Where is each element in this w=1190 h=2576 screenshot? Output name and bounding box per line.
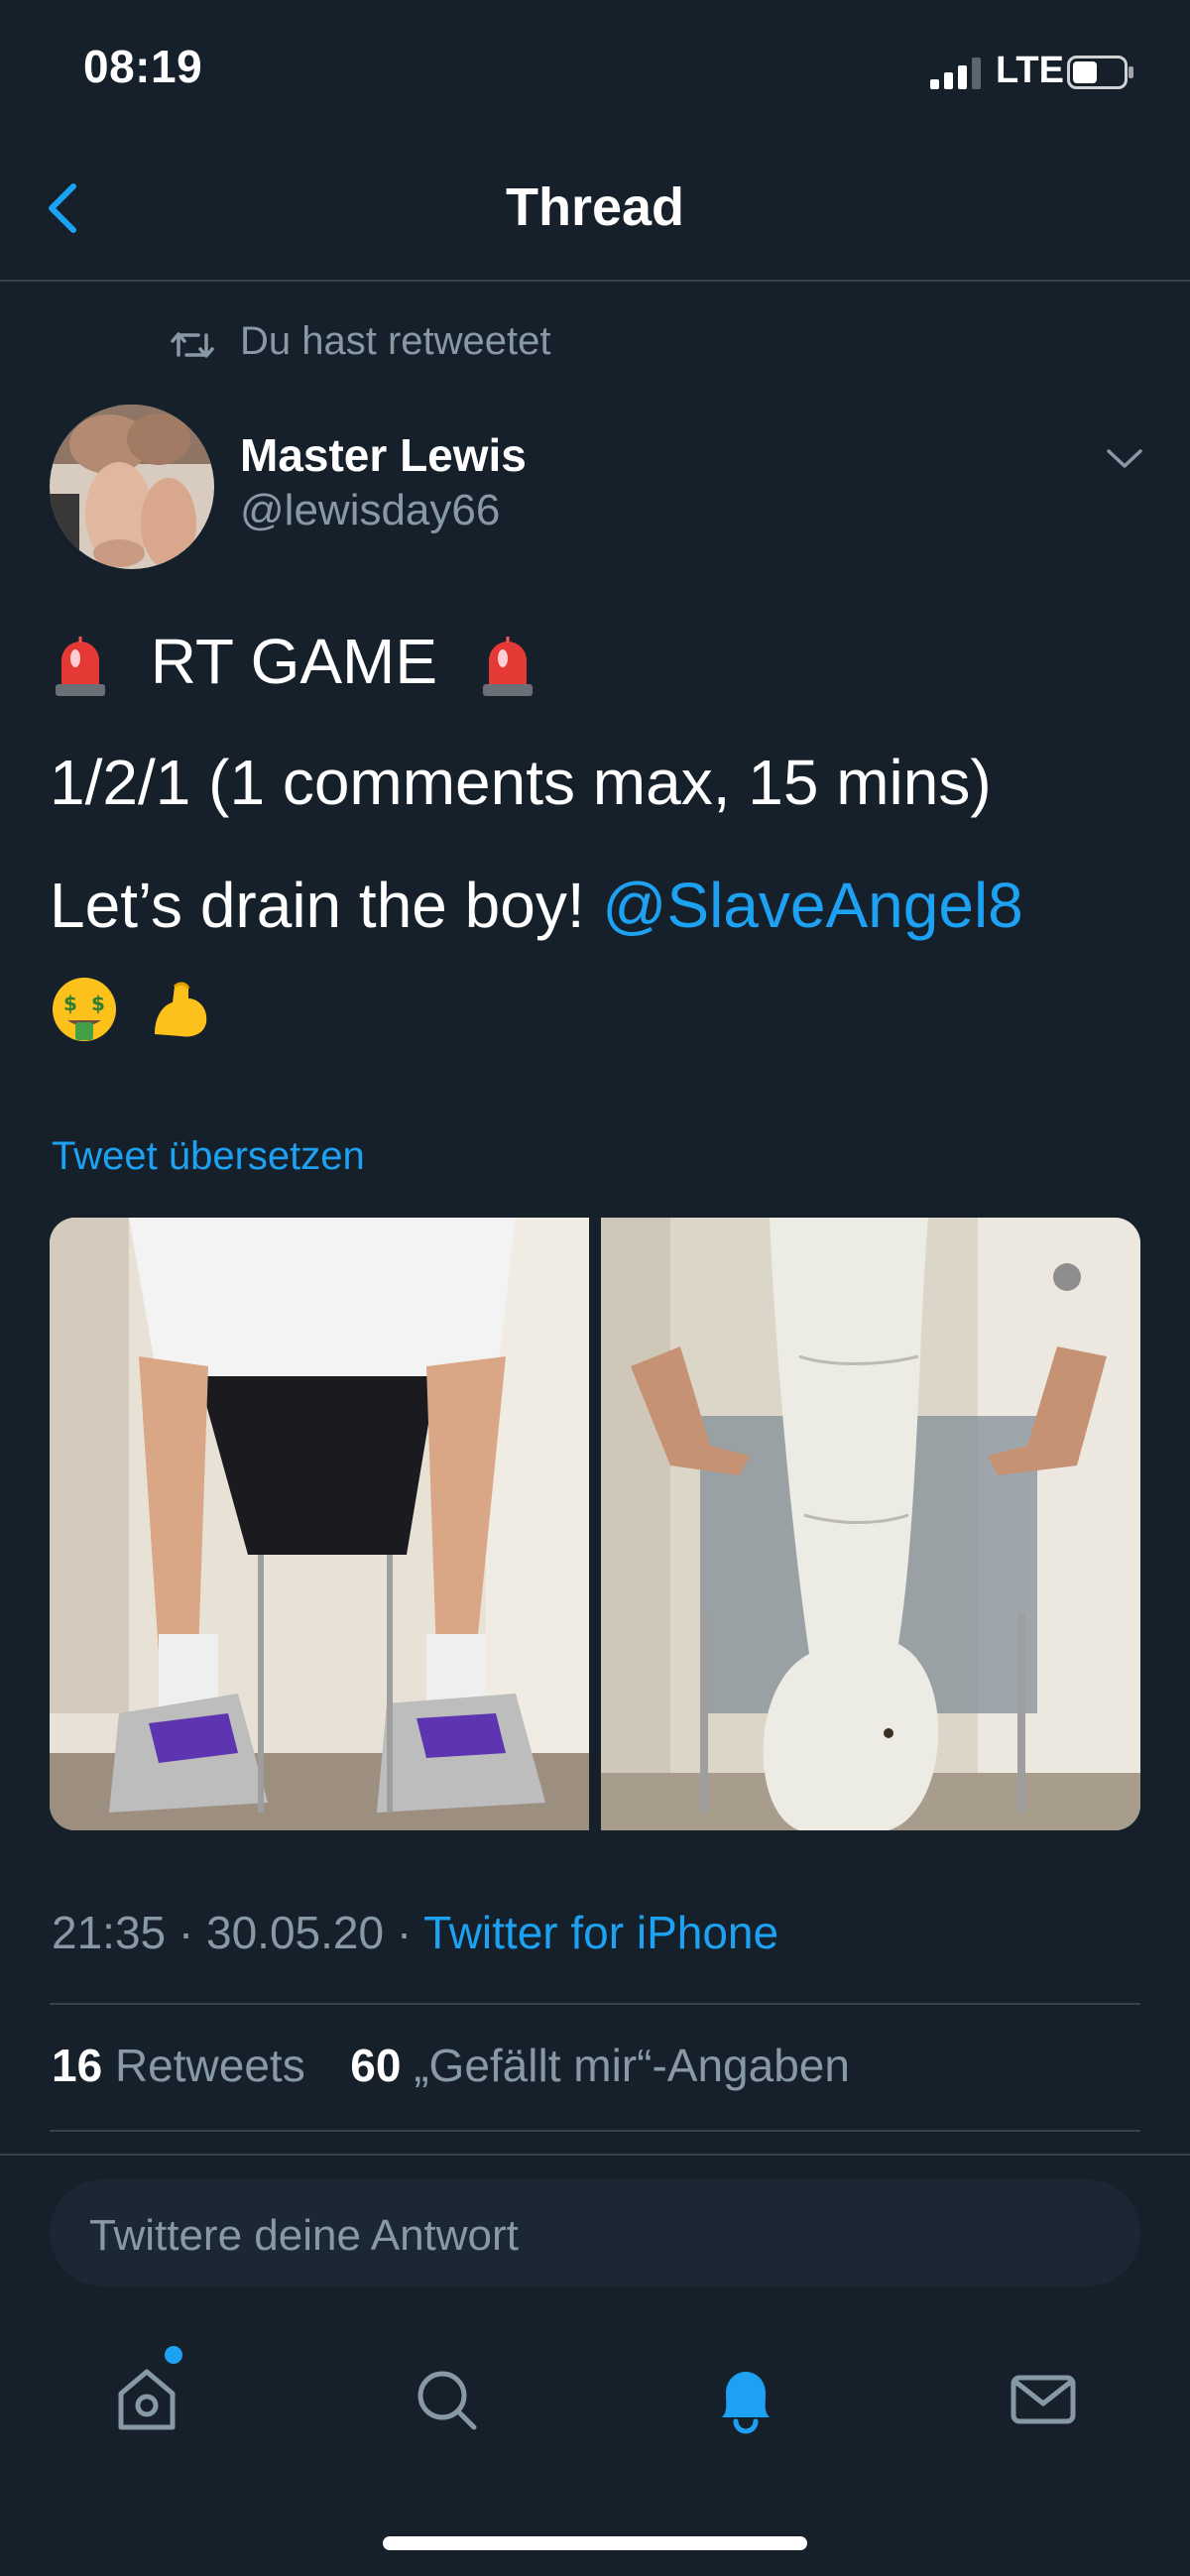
translate-tweet-link[interactable]: Tweet übersetzen — [52, 1134, 365, 1179]
tweet-meta: 21:35 · 30.05.20 · Twitter for iPhone — [52, 1906, 778, 1959]
money-mouth-face-emoji: $ $ — [53, 978, 116, 1042]
svg-text:$: $ — [63, 992, 77, 1015]
signal-icon — [930, 58, 981, 89]
meta-separator: · — [396, 1907, 424, 1958]
retweet-indicator-text: Du hast retweetet — [240, 319, 551, 363]
retweet-icon — [171, 332, 214, 358]
reply-placeholder: Twittere deine Antwort — [89, 2211, 519, 2260]
meta-separator: · — [178, 1907, 207, 1958]
tweet-date: 30.05.20 — [206, 1907, 385, 1958]
nav-divider — [0, 280, 1190, 282]
flexed-biceps-emoji — [154, 982, 207, 1037]
bell-icon[interactable] — [706, 2360, 785, 2439]
tweet-emoji-line: $ $ — [50, 968, 214, 1044]
retweets-count: 16 — [52, 2040, 103, 2091]
home-indicator[interactable] — [383, 2536, 807, 2550]
avatar[interactable] — [50, 405, 214, 569]
divider — [50, 2130, 1140, 2132]
status-time: 08:19 — [83, 41, 203, 92]
police-light-emoji — [56, 637, 105, 697]
home-icon[interactable] — [107, 2360, 186, 2439]
retweets-stat[interactable]: 16 Retweets — [52, 2040, 305, 2091]
tweet-headline: RT GAME — [150, 626, 438, 697]
author-handle[interactable]: @lewisday66 — [240, 486, 500, 535]
search-icon[interactable] — [407, 2360, 486, 2439]
tweet-text-prefix: Let’s drain the boy! — [50, 870, 603, 941]
tweet-text-line-3: Let’s drain the boy! @SlaveAngel8 — [50, 869, 1023, 942]
author-name[interactable]: Master Lewis — [240, 428, 527, 482]
likes-count: 60 — [350, 2040, 402, 2091]
likes-stat[interactable]: 60 „Gefällt mir“-Angaben — [350, 2040, 850, 2091]
page-title: Thread — [505, 177, 685, 237]
notification-dot — [165, 2346, 182, 2364]
battery-icon — [1067, 56, 1133, 89]
svg-text:$: $ — [91, 992, 105, 1015]
divider — [0, 2154, 1190, 2156]
chevron-down-icon[interactable] — [1103, 442, 1146, 474]
tweet-stats: 16 Retweets 60 „Gefällt mir“-Angaben — [52, 2039, 850, 2092]
divider — [50, 2003, 1140, 2005]
mention-link[interactable]: @SlaveAngel8 — [602, 870, 1022, 941]
retweets-label: Retweets — [114, 2040, 305, 2091]
tweet-photo-1[interactable] — [50, 1218, 589, 1830]
mail-icon[interactable] — [1004, 2360, 1083, 2439]
network-label: LTE — [996, 50, 1064, 91]
tweet-photo-2[interactable] — [601, 1218, 1140, 1830]
tweet-time: 21:35 — [52, 1907, 167, 1958]
police-light-emoji — [482, 637, 533, 697]
likes-label: „Gefällt mir“-Angaben — [414, 2040, 850, 2091]
tweet-source-link[interactable]: Twitter for iPhone — [423, 1907, 778, 1958]
tweet-text-line-1: RT GAME — [50, 625, 538, 698]
tweet-text-line-2: 1/2/1 (1 comments max, 15 mins) — [50, 747, 992, 818]
